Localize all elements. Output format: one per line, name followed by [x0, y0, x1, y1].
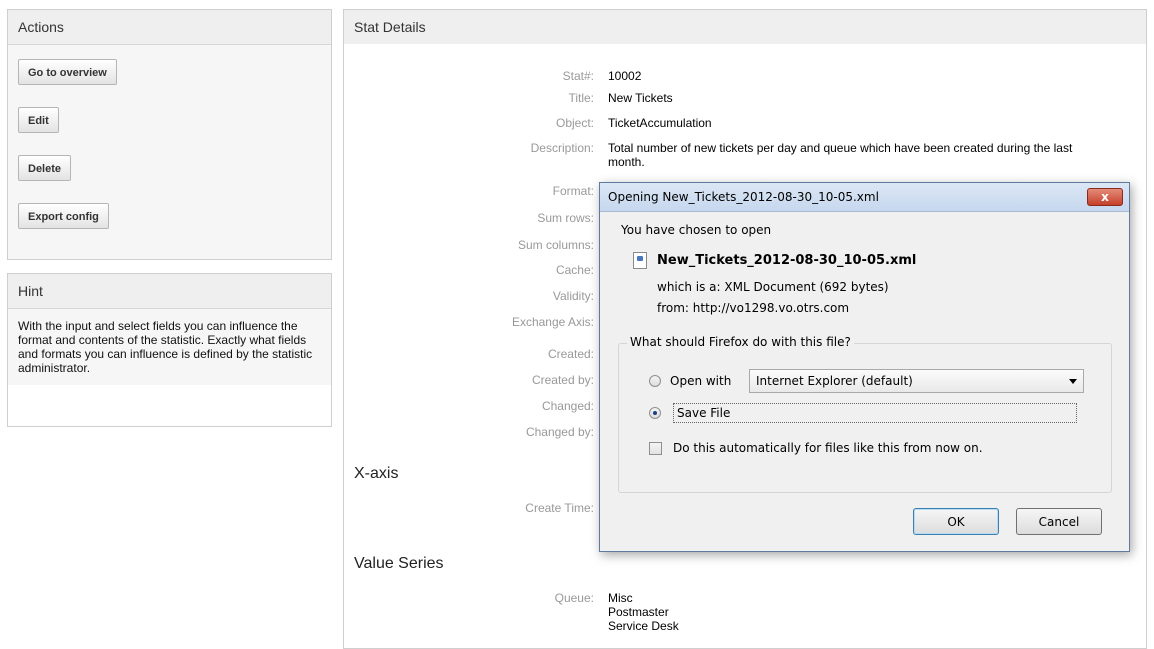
open-with-radio[interactable]: [649, 375, 661, 387]
open-with-label[interactable]: Open with: [670, 374, 731, 388]
chevron-down-icon: [1069, 379, 1077, 384]
stat-details-title: Stat Details: [344, 10, 1146, 45]
auto-label[interactable]: Do this automatically for files like thi…: [673, 441, 983, 455]
x-axis-title: X-axis: [354, 465, 399, 482]
queue-label: Queue:: [554, 591, 594, 605]
save-file-radio[interactable]: [649, 407, 661, 419]
dialog-filename: New_Tickets_2012-08-30_10-05.xml: [657, 253, 917, 268]
save-file-label[interactable]: Save File: [677, 406, 730, 420]
hint-text: With the input and select fields you can…: [8, 309, 331, 385]
field-label: Sum columns:: [517, 238, 594, 252]
dialog-intro: You have chosen to open: [621, 223, 772, 237]
which-is-value: XML Document (692 bytes): [724, 280, 889, 294]
queue-list: Misc Postmaster Service Desk: [608, 591, 1088, 633]
hint-panel: Hint With the input and select fields yo…: [7, 273, 332, 427]
go-to-overview-button[interactable]: Go to overview: [18, 59, 117, 85]
download-dialog: Opening New_Tickets_2012-08-30_10-05.xml…: [599, 182, 1130, 552]
field-label: Exchange Axis:: [511, 315, 594, 329]
field-label: Changed by:: [525, 425, 594, 439]
xml-file-icon: [633, 252, 647, 269]
export-config-button[interactable]: Export config: [18, 203, 109, 229]
actions-title: Actions: [8, 10, 331, 45]
delete-button[interactable]: Delete: [18, 155, 72, 181]
open-with-select[interactable]: Internet Explorer (default): [749, 369, 1084, 393]
cancel-button[interactable]: Cancel: [1016, 508, 1102, 535]
dialog-title: Opening New_Tickets_2012-08-30_10-05.xml: [600, 183, 1129, 212]
field-value: 10002: [608, 69, 642, 83]
field-value: TicketAccumulation: [608, 116, 712, 130]
ok-button[interactable]: OK: [913, 508, 999, 535]
from-label: from:: [657, 301, 689, 315]
close-button[interactable]: x: [1087, 188, 1123, 206]
field-label: Object:: [555, 116, 594, 130]
field-label: Create Time:: [525, 501, 594, 515]
which-is-row: which is a: XML Document (692 bytes): [657, 280, 889, 294]
open-with-selected: Internet Explorer (default): [756, 374, 913, 388]
from-value: http://vo1298.vo.otrs.com: [692, 301, 850, 315]
actions-panel: Actions Go to overview Edit Delete Expor…: [7, 9, 332, 260]
hint-title: Hint: [8, 274, 331, 309]
field-label: Validity:: [552, 289, 594, 303]
value-series-title: Value Series: [354, 555, 444, 572]
field-label: Description:: [530, 141, 594, 155]
auto-checkbox[interactable]: [649, 442, 662, 455]
from-row: from: http://vo1298.vo.otrs.com: [657, 301, 849, 315]
field-label: Sum rows:: [537, 211, 594, 225]
edit-button[interactable]: Edit: [18, 107, 59, 133]
field-label: Cache:: [555, 263, 594, 277]
queue-item: Service Desk: [608, 619, 679, 633]
action-fieldset: What should Firefox do with this file? O…: [618, 335, 1112, 493]
queue-item: Misc: [608, 591, 633, 605]
field-label: Created by:: [531, 373, 594, 387]
save-file-focus: [673, 403, 1077, 423]
field-label: Created:: [547, 347, 594, 361]
field-label: Changed:: [541, 399, 594, 413]
action-question: What should Firefox do with this file?: [627, 335, 854, 349]
which-is-label: which is a:: [657, 280, 721, 294]
field-value: New Tickets: [608, 91, 673, 105]
queue-item: Postmaster: [608, 605, 669, 619]
field-label: Stat#:: [562, 69, 594, 83]
field-label: Title:: [568, 91, 594, 105]
field-value: Total number of new tickets per day and …: [608, 141, 1073, 169]
close-icon: x: [1101, 190, 1109, 204]
field-label: Format:: [552, 184, 594, 198]
actions-body: Go to overview Edit Delete Export config: [8, 45, 331, 259]
